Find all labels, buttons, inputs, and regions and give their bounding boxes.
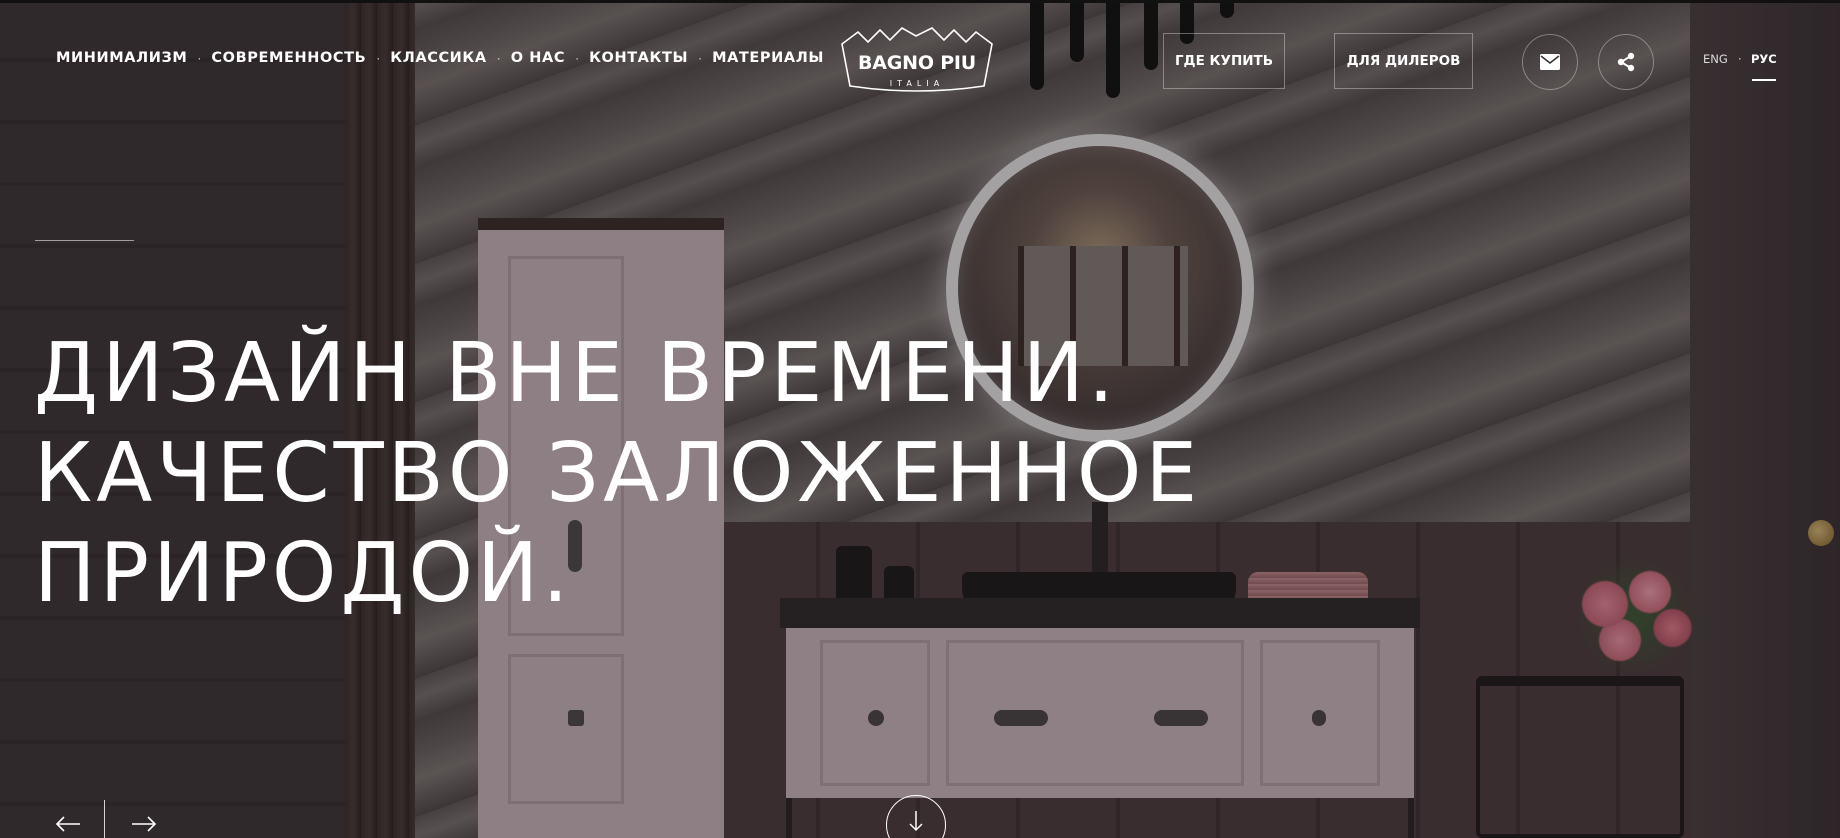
arrow-down-icon [909, 811, 923, 832]
hero-headline: ДИЗАЙН ВНЕ ВРЕМЕНИ. КАЧЕСТВО ЗАЛОЖЕННОЕ … [34, 324, 1202, 624]
nav-item-minimalism[interactable]: МИНИМАЛИЗМ [56, 50, 187, 66]
brand-logo[interactable]: BAGNO PIU ITALIA [838, 22, 996, 94]
where-to-buy-button[interactable]: ГДЕ КУПИТЬ [1163, 33, 1285, 89]
arrow-right-icon [132, 816, 157, 832]
headline-line-3: ПРИРОДОЙ. [34, 526, 573, 621]
active-lang-underline [1752, 79, 1776, 81]
arrow-left-icon [55, 816, 80, 832]
nav-separator: · [575, 51, 580, 65]
headline-line-2: КАЧЕСТВО ЗАЛОЖЕННОЕ [34, 426, 1202, 521]
nav-item-materials[interactable]: МАТЕРИАЛЫ [712, 50, 824, 66]
headline-line-1: ДИЗАЙН ВНЕ ВРЕМЕНИ. [34, 326, 1119, 421]
mail-button[interactable] [1522, 34, 1578, 90]
lang-eng[interactable]: ENG [1703, 52, 1728, 66]
share-button[interactable] [1598, 34, 1654, 90]
logo-text: BAGNO PIU [857, 52, 977, 74]
lang-separator: · [1738, 52, 1742, 66]
nav-separator: · [376, 51, 381, 65]
nav-separator: · [698, 51, 703, 65]
nav-item-modern[interactable]: СОВРЕМЕННОСТЬ [211, 50, 366, 66]
nav-separator: · [496, 51, 501, 65]
nav-item-classic[interactable]: КЛАССИКА [390, 50, 486, 66]
lang-rus[interactable]: РУС [1751, 52, 1777, 66]
nav-item-contacts[interactable]: КОНТАКТЫ [589, 50, 688, 66]
for-dealers-button[interactable]: ДЛЯ ДИЛЕРОВ [1334, 33, 1473, 89]
top-border [0, 0, 1840, 3]
nav-separator: · [197, 51, 202, 65]
logo-subtext: ITALIA [889, 79, 945, 88]
nav-item-about[interactable]: О НАС [511, 50, 565, 66]
slider-divider [104, 800, 105, 838]
slider-next-button[interactable] [124, 804, 164, 838]
decorative-line [35, 240, 134, 241]
main-nav: МИНИМАЛИЗМ · СОВРЕМЕННОСТЬ · КЛАССИКА · … [56, 50, 824, 66]
mail-icon [1540, 54, 1560, 70]
share-icon [1617, 52, 1635, 72]
slider-prev-button[interactable] [48, 804, 88, 838]
